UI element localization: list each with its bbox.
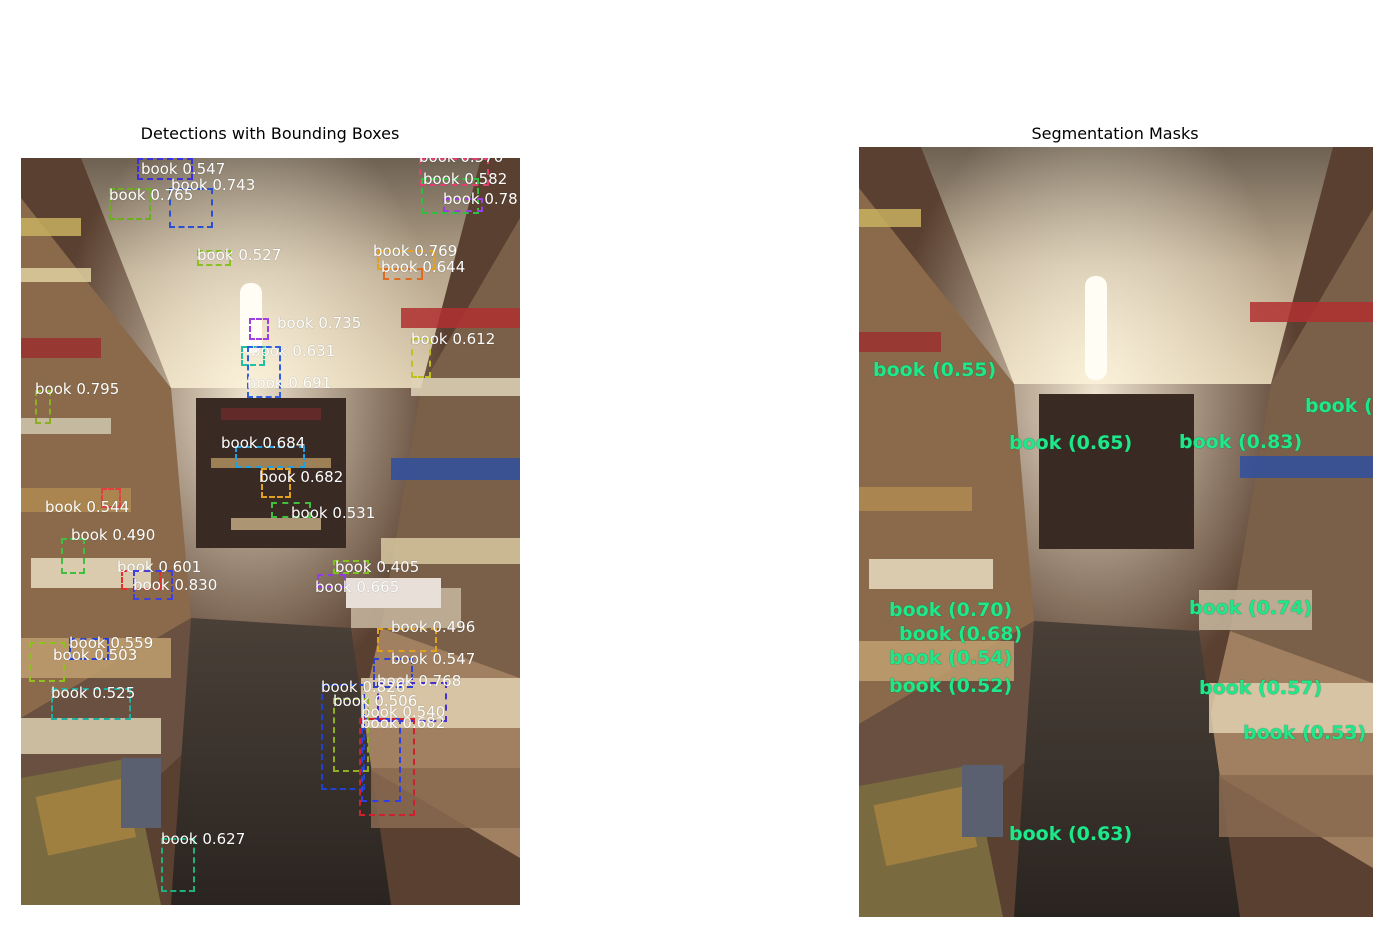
detection-label: book 0.531: [291, 504, 376, 522]
detection-label: book 0.691: [247, 374, 332, 392]
detection-label: book 0.684: [221, 434, 306, 452]
mask-label: book (0.57): [1199, 677, 1323, 699]
mask-label: book (0.70): [889, 599, 1013, 621]
detection-label: book 0.496: [391, 618, 476, 636]
detection-label: book 0.490: [71, 526, 156, 544]
detection-label: book 0.547: [391, 650, 476, 668]
detection-label: book 0.570: [419, 158, 503, 166]
mask-label: book (0.54): [889, 647, 1013, 669]
detection-label: book 0.735: [277, 314, 362, 332]
detection-image-panel: book 0.547book 0.743book 0.765book 0.570…: [21, 158, 520, 905]
detection-label: book 0.665: [315, 578, 400, 596]
detection-label: book 0.525: [51, 684, 136, 702]
detection-label: book 0.544: [45, 498, 130, 516]
detection-label: book 0.830: [133, 576, 218, 594]
mask-label: book (0.: [1305, 395, 1373, 417]
detection-label: book 0.795: [35, 380, 120, 398]
detection-label: book 0.612: [411, 330, 496, 348]
segmentation-image-panel: book (0.55) book (0. book (0.70) book (0.65…: [859, 147, 1373, 917]
detection-label: book 0.78: [443, 190, 518, 208]
segmentation-overlay: book (0.55) book (0. book (0.70) book (0.65…: [859, 147, 1373, 917]
detection-label: book 0.582: [423, 170, 508, 188]
mask-label: book (0.83): [1179, 431, 1303, 453]
detection-label: book 0.682: [361, 714, 446, 732]
detection-label: book 0.503: [53, 646, 138, 664]
mask-label: book (0.68): [899, 623, 1023, 645]
mask-label: book (0.74): [1189, 597, 1313, 619]
detection-label: book 0.644: [381, 258, 466, 276]
left-panel-title: Detections with Bounding Boxes: [140, 124, 400, 143]
mask-label: book (0.55): [873, 359, 997, 381]
detection-label: book 0.405: [335, 558, 420, 576]
detection-label: book 0.527: [197, 246, 282, 264]
detection-overlay: book 0.547book 0.743book 0.765book 0.570…: [21, 158, 520, 905]
mask-label: book (0.52): [889, 675, 1013, 697]
detection-box: [249, 318, 269, 340]
detection-label: book 0.765: [109, 186, 194, 204]
right-panel-title: Segmentation Masks: [1031, 124, 1199, 143]
detection-label: book 0.627: [161, 830, 246, 848]
detection-label: book 0.682: [259, 468, 344, 486]
detection-box: [359, 718, 415, 816]
mask-label: book (0.65): [1009, 432, 1133, 454]
mask-label: book (0.53): [1243, 722, 1367, 744]
mask-label: book (0.63): [1009, 823, 1133, 845]
